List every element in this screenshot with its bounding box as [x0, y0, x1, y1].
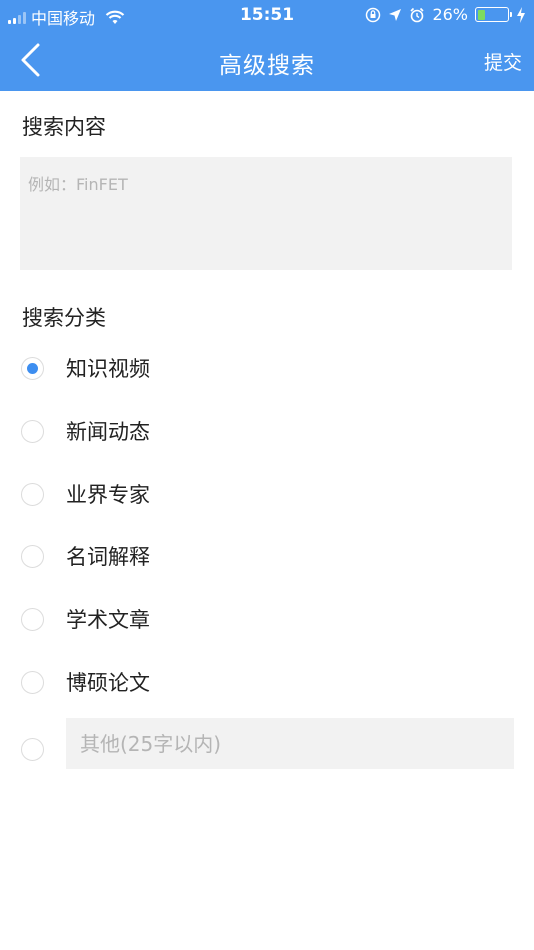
category-option-other[interactable]	[21, 729, 44, 769]
radio-button[interactable]	[21, 544, 44, 568]
orientation-lock-icon	[366, 7, 381, 22]
option-label: 博硕论文	[66, 671, 150, 695]
radio-button[interactable]	[21, 419, 44, 443]
category-option-2[interactable]: 业界专家	[21, 474, 150, 514]
category-option-4[interactable]: 学术文章	[21, 599, 150, 639]
page-title: 高级搜索	[219, 53, 315, 79]
option-label: 知识视频	[66, 357, 150, 381]
search-content-input[interactable]	[20, 157, 512, 270]
location-icon	[389, 8, 402, 21]
status-bar: 中国移动 15:51 26%	[0, 0, 534, 30]
battery-percent: 26%	[432, 5, 468, 24]
battery-level	[477, 9, 486, 20]
option-label: 名词解释	[66, 545, 150, 569]
charging-icon	[517, 6, 525, 23]
category-option-5[interactable]: 博硕论文	[21, 662, 150, 702]
search-category-label: 搜索分类	[22, 306, 106, 330]
nav-bar: 高级搜索 提交	[0, 30, 534, 91]
battery-icon	[475, 7, 512, 22]
submit-button[interactable]: 提交	[484, 48, 522, 75]
radio-button[interactable]	[21, 670, 44, 694]
option-label: 新闻动态	[66, 420, 150, 444]
radio-button[interactable]	[21, 482, 44, 506]
category-option-3[interactable]: 名词解释	[21, 536, 150, 576]
option-label: 业界专家	[66, 483, 150, 507]
search-content-label: 搜索内容	[22, 115, 106, 139]
radio-button[interactable]	[21, 356, 44, 380]
header-bar: 中国移动 15:51 26% 高级搜索 提交	[0, 0, 534, 91]
option-label: 学术文章	[66, 608, 150, 632]
radio-button[interactable]	[21, 737, 44, 761]
radio-button[interactable]	[21, 607, 44, 631]
alarm-icon	[410, 7, 425, 22]
other-category-input[interactable]	[66, 718, 514, 769]
category-option-1[interactable]: 新闻动态	[21, 411, 150, 451]
category-option-0[interactable]: 知识视频	[21, 348, 150, 388]
